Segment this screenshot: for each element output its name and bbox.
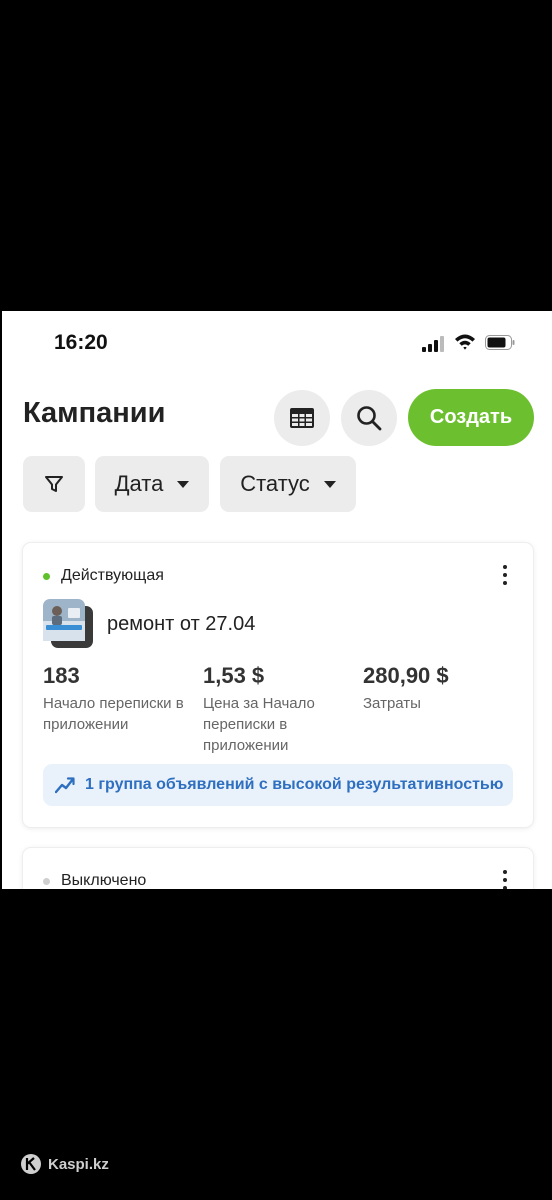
campaign-status: Действующая [43,567,164,585]
campaign-status-label: Действующая [61,567,164,584]
campaign-card[interactable]: Действующая ремонт от 27.04 183 Начало п… [23,543,533,827]
banner-text: 1 группа объявлений с высокой результати… [85,776,504,793]
more-options-icon[interactable] [503,565,507,585]
search-button[interactable] [341,390,397,446]
campaign-thumbnail [43,599,93,648]
campaign-card[interactable]: Выключено [23,848,533,889]
metric-conversations: 183 Начало переписки в приложении [43,663,193,735]
kaspi-logo-icon [21,1154,41,1174]
caret-down-icon [177,480,190,488]
status-time: 16:20 [54,331,108,354]
metric-value: 1,53 $ [203,663,265,688]
cellular-signal-icon [422,336,450,352]
metric-value: 280,90 $ [363,663,449,688]
create-button[interactable]: Создать [408,389,534,446]
campaign-status-label: Выключено [61,872,147,889]
metric-spend: 280,90 $ Затраты [363,663,513,714]
status-bar: 16:20 [2,311,552,373]
campaign-name: ремонт от 27.04 [107,613,256,635]
filter-button[interactable] [23,456,85,512]
metric-label: Цена за Начало переписки в приложении [203,695,315,754]
metric-label: Начало переписки в приложении [43,695,184,733]
caret-down-icon [323,480,336,488]
status-dropdown[interactable]: Статус [220,456,356,512]
app-screen: 16:20 Кампании Создать Дата Статус Дейст… [2,311,552,889]
battery-icon [485,335,515,350]
metric-label: Затраты [363,695,421,712]
status-dot [43,572,50,580]
kaspi-watermark: Kaspi.kz [20,1153,109,1175]
status-dropdown-label: Статус [240,471,310,496]
performance-banner[interactable]: 1 группа объявлений с высокой результати… [43,764,513,806]
page-title: Кампании [23,397,166,429]
date-dropdown-label: Дата [114,471,164,496]
table-icon [290,408,314,428]
status-dot [43,877,50,885]
trend-up-icon [55,777,75,794]
search-icon [357,406,382,431]
campaign-status: Выключено [43,872,146,889]
metric-cost-per-conversation: 1,53 $ Цена за Начало переписки в прилож… [203,663,353,756]
date-dropdown[interactable]: Дата [95,456,209,512]
watermark-text: Kaspi.kz [48,1155,109,1173]
more-options-icon[interactable] [503,870,507,889]
table-view-button[interactable] [274,390,330,446]
metric-value: 183 [43,663,80,688]
filter-icon [45,476,63,492]
wifi-icon [455,334,475,350]
